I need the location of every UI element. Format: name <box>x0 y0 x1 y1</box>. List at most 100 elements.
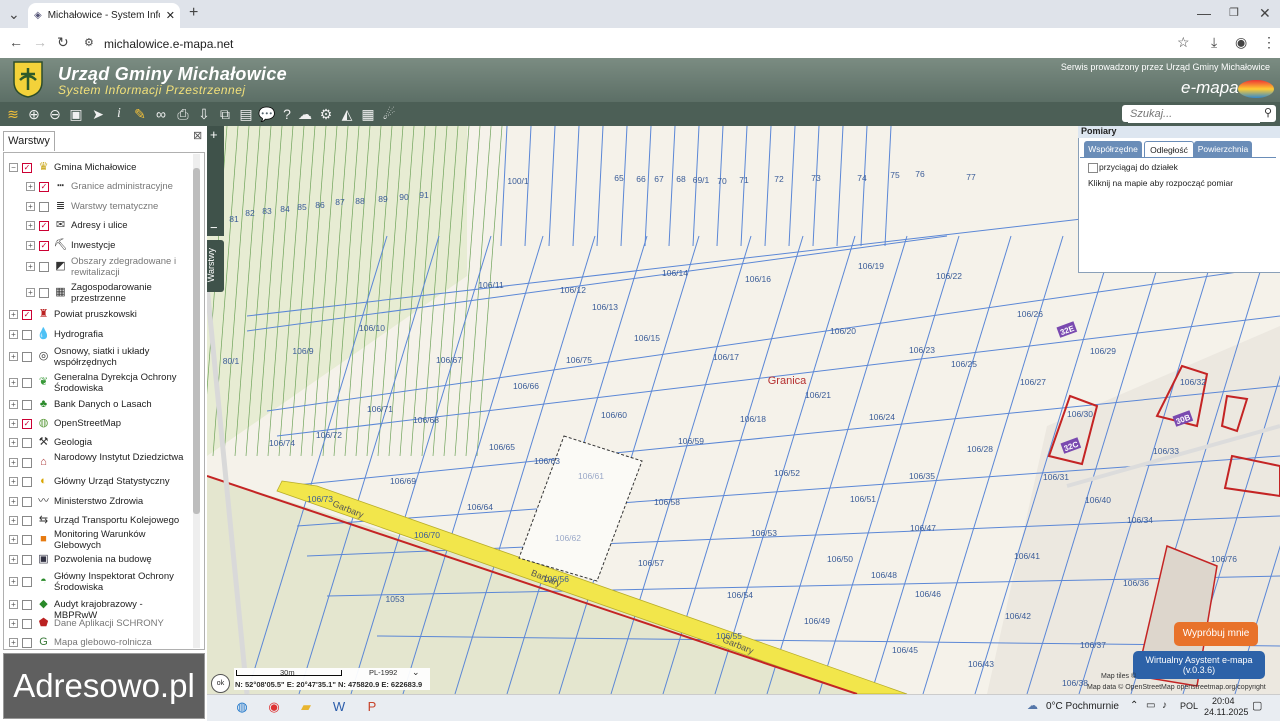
layer-checkbox[interactable] <box>39 202 49 212</box>
layer-expand-toggle[interactable]: + <box>26 182 35 191</box>
tray-chevron-icon[interactable]: ⌃ <box>1130 700 1138 711</box>
help-icon[interactable]: ? <box>278 105 296 123</box>
language-indicator[interactable]: POL <box>1180 701 1198 711</box>
settings-icon[interactable]: ⚙ <box>317 105 335 123</box>
layer-checkbox[interactable] <box>22 600 32 610</box>
zoom-minus-icon[interactable]: − <box>210 220 218 235</box>
download-map-icon[interactable]: ⇩ <box>195 105 213 123</box>
layer-label[interactable]: OpenStreetMap <box>54 418 184 429</box>
layer-expand-toggle[interactable]: + <box>9 619 18 628</box>
layer-checkbox[interactable] <box>22 438 32 448</box>
site-info-icon[interactable]: ⚙ <box>84 36 94 50</box>
layer-checkbox[interactable] <box>22 555 32 565</box>
layer-label[interactable]: Generalna Dyrekcja Ochrony Środowiska <box>54 372 184 394</box>
pointer-icon[interactable]: ➤ <box>89 105 107 123</box>
layer-checkbox[interactable]: ✓ <box>22 419 32 429</box>
layer-label[interactable]: Inwestycje <box>71 240 186 251</box>
layer-expand-toggle[interactable]: + <box>9 352 18 361</box>
info-icon[interactable]: i <box>110 105 128 123</box>
try-me-button[interactable]: Wypróbuj mnie <box>1174 622 1258 646</box>
layer-checkbox[interactable] <box>22 378 32 388</box>
layer-expand-toggle[interactable]: + <box>9 477 18 486</box>
reload-icon[interactable]: ↻ <box>57 35 69 49</box>
layer-checkbox[interactable] <box>22 516 32 526</box>
layer-checkbox[interactable] <box>22 638 32 648</box>
window-close-icon[interactable]: ✕ <box>1259 6 1271 20</box>
tab-list-chevron-icon[interactable]: ⌄ <box>8 7 20 21</box>
browser-tab[interactable]: ◈ Michałowice - System Informacj ✕ <box>28 3 180 28</box>
url-field[interactable]: michalowice.e-mapa.net <box>104 37 233 51</box>
comment-icon[interactable]: 💬 <box>258 105 276 123</box>
search-icon[interactable]: ⚲ <box>1264 106 1272 119</box>
layer-expand-toggle[interactable]: + <box>9 310 18 319</box>
search-input[interactable] <box>1128 105 1260 123</box>
layers-icon[interactable]: ≋ <box>4 105 22 123</box>
layer-expand-toggle[interactable]: + <box>9 378 18 387</box>
crs-select[interactable]: PL-1992 <box>369 668 397 677</box>
back-icon[interactable]: ← <box>9 35 23 49</box>
layer-label[interactable]: Ministerstwo Zdrowia <box>54 496 184 507</box>
layer-expand-toggle[interactable]: + <box>9 438 18 447</box>
layer-label[interactable]: Narodowy Instytut Dziedzictwa <box>54 452 184 463</box>
new-tab-icon[interactable]: + <box>189 5 198 21</box>
layer-expand-toggle[interactable]: + <box>9 535 18 544</box>
layer-label[interactable]: Geologia <box>54 437 184 448</box>
clock-time[interactable]: 20:04 <box>1212 696 1235 706</box>
layer-expand-toggle[interactable]: + <box>9 577 18 586</box>
collapse-panel-icon[interactable]: ⊠ <box>193 129 202 142</box>
layer-label[interactable]: Zagospodarowanie przestrzenne <box>71 282 186 304</box>
notifications-icon[interactable]: ▢ <box>1252 699 1262 712</box>
layer-label[interactable]: Dane Aplikacji SCHRONY <box>54 618 184 629</box>
layer-label[interactable]: Główny Inspektorat Ochrony Środowiska <box>54 571 184 593</box>
ruler-icon[interactable]: ✎ <box>131 105 149 123</box>
grid-colors-icon[interactable]: ▦ <box>359 105 377 123</box>
layer-label[interactable]: Mapa glebowo-rolnicza <box>54 637 184 648</box>
layer-checkbox[interactable] <box>22 497 32 507</box>
minimize-icon[interactable]: — <box>1197 6 1211 20</box>
zoom-out-icon[interactable]: ⊖ <box>46 105 64 123</box>
assistant-button[interactable]: Wirtualny Asystent e-mapa (v.0.3.6) <box>1133 651 1265 679</box>
word-icon[interactable]: W <box>329 697 349 717</box>
layer-checkbox[interactable] <box>22 535 32 545</box>
layer-expand-toggle[interactable]: + <box>9 419 18 428</box>
link-icon[interactable]: ∞ <box>152 105 170 123</box>
layer-label[interactable]: Powiat pruszkowski <box>54 309 184 320</box>
layer-label[interactable]: Pozwolenia na budowę <box>54 554 184 565</box>
layer-label[interactable]: Główny Urząd Statystyczny <box>54 476 184 487</box>
tab-wspolrzedne[interactable]: Współrzędne <box>1084 141 1142 157</box>
layer-checkbox[interactable]: ✓ <box>22 163 32 173</box>
clock-date[interactable]: 24.11.2025 <box>1204 707 1248 717</box>
full-extent-icon[interactable]: ▣ <box>67 105 85 123</box>
layer-checkbox[interactable] <box>22 577 32 587</box>
layer-checkbox[interactable] <box>22 330 32 340</box>
edge-icon[interactable]: ◍ <box>232 697 252 717</box>
network-icon[interactable]: ▭ <box>1146 700 1155 711</box>
layer-label[interactable]: Gmina Michałowice <box>54 162 184 173</box>
close-tab-icon[interactable]: ✕ <box>166 9 175 22</box>
profile-icon[interactable]: ◉ <box>1235 35 1247 49</box>
tab-warstwy[interactable]: Warstwy <box>3 131 55 151</box>
layer-expand-toggle[interactable]: + <box>9 497 18 506</box>
layer-expand-toggle[interactable]: + <box>26 221 35 230</box>
layer-checkbox[interactable]: ✓ <box>39 241 49 251</box>
layer-checkbox[interactable] <box>22 477 32 487</box>
layer-checkbox[interactable]: ✓ <box>39 221 49 231</box>
tab-odleglosc[interactable]: Odległość <box>1144 141 1194 158</box>
layer-checkbox[interactable] <box>22 619 32 629</box>
layer-expand-toggle[interactable]: + <box>26 202 35 211</box>
compare-icon[interactable]: ⧉ <box>216 105 234 123</box>
search-box[interactable]: ⚲ <box>1122 105 1276 123</box>
layer-label[interactable]: Monitoring Warunków Glebowych <box>54 529 184 551</box>
layer-expand-toggle[interactable]: + <box>26 262 35 271</box>
layer-scrollbar-thumb[interactable] <box>193 168 200 514</box>
layer-label[interactable]: Granice administracyjne <box>71 181 186 192</box>
layer-checkbox[interactable]: ✓ <box>39 182 49 192</box>
snap-checkbox[interactable] <box>1088 163 1098 173</box>
3d-icon[interactable]: ◭ <box>338 105 356 123</box>
forward-icon[interactable]: → <box>33 35 47 49</box>
attribution-data[interactable]: Map data © OpenStreetMap openstreetmap.o… <box>1087 684 1277 691</box>
layer-checkbox[interactable] <box>22 458 32 468</box>
layer-label[interactable]: Urząd Transportu Kolejowego <box>54 515 184 526</box>
layer-label[interactable]: Osnowy, siatki i układy współrzędnych <box>54 346 184 368</box>
layer-expand-toggle[interactable]: + <box>9 555 18 564</box>
